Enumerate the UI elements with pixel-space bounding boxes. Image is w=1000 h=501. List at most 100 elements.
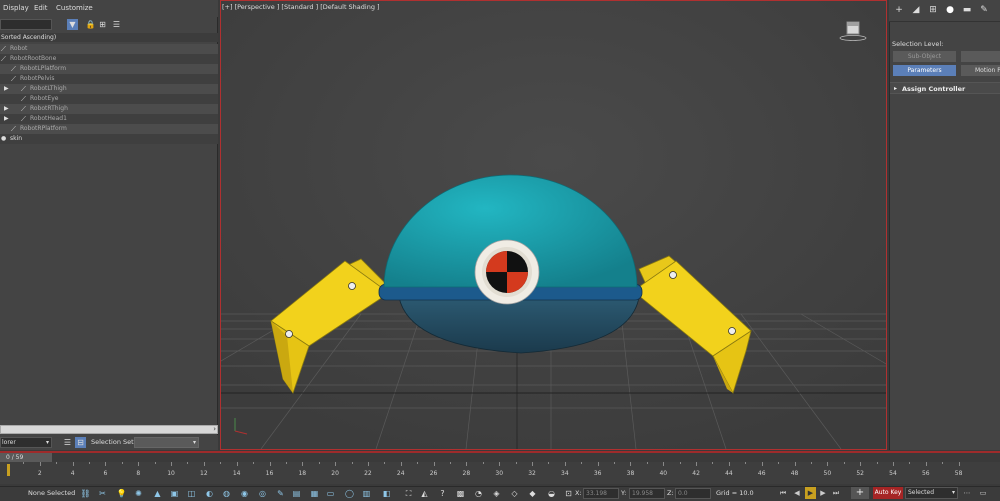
render-icon[interactable]: ▣ <box>169 488 180 499</box>
camera-icon[interactable]: ◎ <box>257 488 268 499</box>
ruler-minor-tick <box>56 462 58 464</box>
hierarchy-mode-icon[interactable]: ⊟ <box>75 437 86 448</box>
modify-tab-icon[interactable]: ◢ <box>910 4 922 16</box>
spinner-snap-icon[interactable]: ◒ <box>546 488 557 499</box>
auto-key-button[interactable]: Auto Key <box>873 487 903 499</box>
bone-icon: ⟋ <box>11 65 16 73</box>
ruler-tick <box>499 462 501 466</box>
hierarchy-icon[interactable]: ⊞ <box>97 19 108 30</box>
grid-icon[interactable]: ▩ <box>455 488 466 499</box>
sort-column-header[interactable]: Sorted Ascending) <box>0 33 218 42</box>
list-item[interactable]: ▶ ⟋ RobotHead1 <box>0 114 218 124</box>
menu-customize[interactable]: Customize <box>56 4 93 12</box>
angle-snap-icon[interactable]: ◇ <box>509 488 520 499</box>
list-item[interactable]: ⟋ RobotEye <box>0 94 218 104</box>
list-item[interactable]: ⟋ RobotRPlatform <box>0 124 218 134</box>
explorer-search-input[interactable] <box>0 19 52 30</box>
bone-icon: ⟋ <box>21 115 26 123</box>
create-tab-icon[interactable]: + <box>893 4 905 16</box>
viewport-label[interactable]: [+] [Perspective ] [Standard ] [Default … <box>222 3 380 11</box>
explorer-horizontal-scrollbar[interactable]: › <box>0 425 218 434</box>
scroll-right-icon[interactable]: › <box>213 425 216 433</box>
explorer-type-dropdown[interactable]: lorer ▾ <box>0 437 52 448</box>
ruler-tick <box>367 462 369 466</box>
cone-icon[interactable]: ▲ <box>152 488 163 499</box>
motion-paths-button[interactable]: Motion Pa <box>961 65 1000 76</box>
sub-object-secondary-button[interactable] <box>961 51 1000 62</box>
material-icon[interactable]: ◐ <box>204 488 215 499</box>
absolute-mode-icon[interactable]: ⊡ <box>563 488 574 499</box>
ruler-minor-tick <box>154 462 156 464</box>
teapot-icon[interactable]: ◍ <box>221 488 232 499</box>
x-coord-field[interactable]: 33.198 <box>583 488 619 499</box>
link-icon[interactable]: ⛓ <box>80 488 91 499</box>
play-button[interactable]: ▶ <box>805 487 816 499</box>
lock-icon[interactable]: 🔒 <box>85 19 96 30</box>
ruler-minor-tick <box>909 462 911 464</box>
ruler-tick-label: 26 <box>429 470 438 477</box>
time-config-icon[interactable]: ▭ <box>978 488 988 499</box>
filmstrip-icon[interactable]: ▥ <box>361 488 372 499</box>
ruler-tick-label: 56 <box>921 470 930 477</box>
help-icon[interactable]: ? <box>437 488 448 499</box>
expand-arrow-icon[interactable]: ▶ <box>4 114 9 124</box>
filter-icon[interactable]: ▼ <box>67 19 78 30</box>
key-filters-icon[interactable]: ⋯ <box>962 488 972 499</box>
list-item[interactable]: ● skin <box>0 134 218 144</box>
time-slider-handle[interactable]: 0 / 59 <box>0 453 52 462</box>
ruler-minor-tick <box>548 462 550 464</box>
layer-explorer-icon[interactable]: ☰ <box>62 437 73 448</box>
previous-frame-icon[interactable]: ◀ <box>792 488 802 499</box>
z-coord-field[interactable]: 0.0 <box>675 488 711 499</box>
list-item[interactable]: ▶ ⟋ RobotLThigh <box>0 84 218 94</box>
parameters-button[interactable]: Parameters <box>893 65 956 76</box>
display-tab-icon[interactable]: ▬ <box>961 4 973 16</box>
assign-controller-rollout[interactable]: ▸ Assign Controller <box>890 82 1000 94</box>
key-filter-dropdown[interactable]: Selected ▾ <box>905 487 958 499</box>
go-to-end-icon[interactable]: ⏭ <box>831 488 841 499</box>
ruler-tick <box>72 462 74 466</box>
ruler-minor-tick <box>187 462 189 464</box>
list-item[interactable]: ⟋ RobotPelvis <box>0 74 218 84</box>
expand-arrow-icon[interactable]: ▶ <box>4 84 9 94</box>
percent-snap-icon[interactable]: ◆ <box>527 488 538 499</box>
lock-selection-icon[interactable]: ⛶ <box>403 488 414 499</box>
time-slider-track[interactable] <box>0 452 1000 462</box>
unlink-icon[interactable]: ✂ <box>97 488 108 499</box>
list-item[interactable]: ⟋ Robot <box>0 44 218 54</box>
sub-object-button[interactable]: Sub-Object <box>893 51 956 62</box>
list-item[interactable]: ⟋ RobotLPlatform <box>0 64 218 74</box>
paint-icon[interactable]: ✎ <box>275 488 286 499</box>
playhead-marker[interactable] <box>7 464 10 476</box>
set-key-button[interactable]: + <box>851 487 869 499</box>
list-item[interactable]: ▶ ⟋ RobotRThigh <box>0 104 218 114</box>
list-item[interactable]: ⟋ RobotRootBone <box>0 54 218 64</box>
utilities-tab-icon[interactable]: ✎ <box>978 4 990 16</box>
sun-icon[interactable]: ✺ <box>133 488 144 499</box>
viewcube-icon[interactable] <box>838 20 868 42</box>
display-icon[interactable]: ▦ <box>309 488 320 499</box>
expand-arrow-icon[interactable]: ▶ <box>4 104 9 114</box>
next-frame-icon[interactable]: ▶ <box>818 488 828 499</box>
nav-icon[interactable]: ◔ <box>473 488 484 499</box>
track-bar-ruler[interactable]: 2 4 6 8 10 12 14 16 18 20 22 24 26 28 30 32 34 36 38 40 42 44… <box>0 462 1000 484</box>
y-coord-field[interactable]: 19.958 <box>629 488 665 499</box>
light-icon[interactable]: 💡 <box>116 488 127 499</box>
menu-edit[interactable]: Edit <box>34 4 48 12</box>
sphere-icon[interactable]: ◯ <box>344 488 355 499</box>
frame-icon[interactable]: ◫ <box>186 488 197 499</box>
screen-icon[interactable]: ▭ <box>325 488 336 499</box>
snap-icon[interactable]: ◈ <box>491 488 502 499</box>
image-icon[interactable]: ▤ <box>291 488 302 499</box>
hierarchy-tab-icon[interactable]: ⊞ <box>927 4 939 16</box>
ruler-tick <box>105 462 107 466</box>
ruler-minor-tick <box>745 462 747 464</box>
layers-icon[interactable]: ☰ <box>111 19 122 30</box>
menu-display[interactable]: Display <box>3 4 29 12</box>
select-icon[interactable]: ◧ <box>381 488 392 499</box>
selection-set-dropdown[interactable]: ▾ <box>134 437 199 448</box>
motion-tab-icon[interactable]: ● <box>944 4 956 16</box>
environment-icon[interactable]: ◉ <box>239 488 250 499</box>
isolate-icon[interactable]: ◭ <box>419 488 430 499</box>
go-to-start-icon[interactable]: ⏮ <box>778 488 788 499</box>
